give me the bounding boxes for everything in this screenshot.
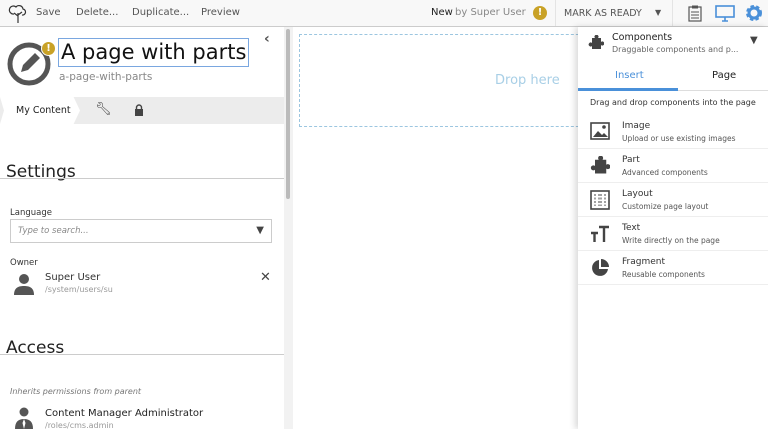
tab-my-content-label: My Content xyxy=(16,105,71,116)
tab-my-content[interactable]: My Content xyxy=(0,97,80,124)
left-panel-scrollbar[interactable] xyxy=(284,27,293,429)
component-title: Layout xyxy=(622,189,653,199)
component-desc: Advanced components xyxy=(622,168,708,177)
gear-icon[interactable] xyxy=(745,4,763,22)
drop-zone[interactable]: Drop here xyxy=(299,34,599,127)
pie-chart-icon xyxy=(592,259,609,276)
clipboard-icon[interactable] xyxy=(688,5,702,22)
inherits-permissions-text: Inherits permissions from parent xyxy=(10,387,142,396)
access-heading: Access xyxy=(6,338,65,358)
language-label: Language xyxy=(10,208,52,218)
panel-subtitle: Draggable components and p... xyxy=(612,45,739,54)
chevron-down-icon[interactable]: ▼ xyxy=(655,8,661,17)
settings-heading: Settings xyxy=(6,162,76,182)
components-panel: Components Draggable components and p...… xyxy=(578,27,768,429)
dropdown-arrow-icon[interactable]: ▼ xyxy=(256,225,264,236)
preview-button[interactable]: Preview xyxy=(201,7,240,18)
status-label: New xyxy=(431,7,453,18)
component-layout[interactable]: Layout Customize page layout xyxy=(578,183,768,217)
admin-user-icon xyxy=(15,407,33,429)
monitor-icon[interactable] xyxy=(715,5,735,22)
toolbar: Save Delete... Duplicate... Preview New … xyxy=(0,0,768,27)
principal-name: Content Manager Administrator xyxy=(45,408,204,419)
owner-label: Owner xyxy=(10,258,38,268)
component-part[interactable]: Part Advanced components xyxy=(578,149,768,183)
text-icon xyxy=(591,225,609,242)
save-button[interactable]: Save xyxy=(36,7,61,18)
display-name-input[interactable]: A page with parts xyxy=(58,38,250,67)
panel-hint: Drag and drop components into the page xyxy=(590,98,756,107)
scrollbar-thumb[interactable] xyxy=(286,29,290,199)
component-desc: Reusable components xyxy=(622,270,705,279)
warning-badge-icon: ! xyxy=(41,41,56,56)
collapse-chevron-left-icon[interactable]: ‹ xyxy=(264,31,270,47)
component-desc: Upload or use existing images xyxy=(622,134,736,143)
wrench-icon[interactable]: 🔧︎ xyxy=(95,102,112,117)
component-image[interactable]: Image Upload or use existing images xyxy=(578,115,768,149)
component-title: Text xyxy=(622,223,641,233)
language-combobox[interactable]: Type to search... ▼ xyxy=(10,219,272,243)
modified-by: by Super User xyxy=(455,7,526,18)
component-desc: Customize page layout xyxy=(622,202,709,211)
tab-page-label: Page xyxy=(712,70,737,81)
puzzle-piece-icon xyxy=(590,156,610,174)
divider xyxy=(0,178,284,179)
principal-path: /roles/cms.admin xyxy=(45,421,114,429)
component-title: Image xyxy=(622,121,651,131)
duplicate-button[interactable]: Duplicate... xyxy=(132,7,189,18)
mark-as-ready-button[interactable]: MARK AS READY ▼ xyxy=(555,0,673,26)
component-title: Fragment xyxy=(622,257,665,267)
image-icon xyxy=(590,122,610,140)
component-desc: Write directly on the page xyxy=(622,236,720,245)
app-logo-tree-icon[interactable] xyxy=(8,4,28,24)
panel-title: Components xyxy=(612,32,673,43)
layout-icon xyxy=(590,190,610,210)
divider xyxy=(0,354,284,355)
tab-insert-label: Insert xyxy=(615,70,644,81)
owner-path: /system/users/su xyxy=(45,285,113,294)
user-icon xyxy=(14,274,34,295)
wizard-step-nav: My Content 🔧︎ xyxy=(0,97,284,124)
content-path: a-page-with-parts xyxy=(59,71,153,83)
delete-button[interactable]: Delete... xyxy=(76,7,118,18)
page-canvas: Drop here xyxy=(293,27,599,429)
remove-owner-close-icon[interactable]: ✕ xyxy=(260,270,271,285)
warning-icon: ! xyxy=(533,6,547,20)
component-fragment[interactable]: Fragment Reusable components xyxy=(578,251,768,285)
content-wizard-panel: ! A page with parts a-page-with-parts ‹ … xyxy=(0,27,284,429)
lock-icon[interactable] xyxy=(134,104,144,116)
tab-insert[interactable]: Insert xyxy=(578,63,678,91)
puzzle-icon xyxy=(588,35,604,49)
language-placeholder: Type to search... xyxy=(18,226,89,236)
owner-name: Super User xyxy=(45,272,101,283)
drop-here-text: Drop here xyxy=(495,73,560,88)
component-title: Part xyxy=(622,155,640,165)
mark-as-ready-label: MARK AS READY xyxy=(564,8,642,19)
panel-dropdown-icon[interactable]: ▼ xyxy=(750,35,758,46)
component-text[interactable]: Text Write directly on the page xyxy=(578,217,768,251)
tab-page[interactable]: Page xyxy=(678,63,768,91)
